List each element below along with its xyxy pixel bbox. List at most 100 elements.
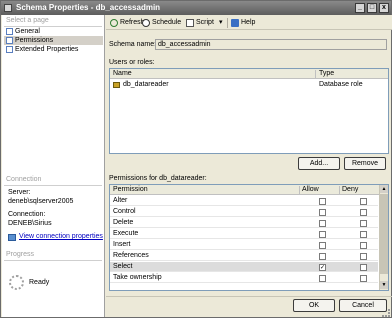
page-icon [6, 37, 13, 44]
allow-checkbox[interactable] [319, 209, 326, 216]
page-item-label: Extended Properties [15, 46, 79, 53]
column-deny[interactable]: Deny [342, 186, 358, 193]
schema-name-label: Schema name: [109, 41, 157, 48]
clock-icon [142, 19, 150, 27]
page-item-extended-properties[interactable]: Extended Properties [4, 45, 103, 54]
script-button[interactable]: Script [186, 18, 214, 28]
role-icon [113, 82, 120, 88]
scroll-down-icon[interactable]: ▼ [380, 281, 388, 289]
allow-checkbox[interactable] [319, 231, 326, 238]
add-button[interactable]: Add... [298, 157, 340, 170]
scroll-thumb[interactable] [380, 194, 388, 274]
script-dropdown[interactable]: ▾ [219, 18, 223, 28]
deny-checkbox[interactable] [360, 242, 367, 249]
cancel-button[interactable]: Cancel [339, 299, 387, 312]
permission-row[interactable]: Select ✓ [110, 262, 378, 272]
allow-checkbox[interactable] [319, 253, 326, 260]
scroll-up-icon[interactable]: ▲ [380, 185, 388, 193]
permission-row[interactable]: Delete [110, 218, 378, 228]
deny-checkbox[interactable] [360, 231, 367, 238]
help-icon [231, 19, 239, 27]
ok-button[interactable]: OK [293, 299, 335, 312]
script-label: Script [196, 19, 214, 26]
schema-name-field[interactable]: db_accessadmin [155, 39, 387, 50]
help-button[interactable]: Help [231, 18, 255, 28]
select-page-title: Select a page [6, 17, 49, 24]
column-type[interactable]: Type [319, 70, 334, 77]
app-icon [4, 4, 12, 12]
connection-title: Connection [6, 176, 42, 183]
page-item-label: General [15, 28, 40, 35]
deny-checkbox[interactable] [360, 253, 367, 260]
column-separator [299, 186, 300, 194]
deny-checkbox[interactable] [360, 209, 367, 216]
permission-row[interactable]: References [110, 251, 378, 261]
toolbar-separator [227, 18, 228, 28]
window-title: Schema Properties - db_accessadmin [16, 3, 161, 12]
divider [106, 296, 392, 297]
column-allow[interactable]: Allow [302, 186, 319, 193]
permission-name: References [113, 252, 149, 259]
permissions-grid: Permission Allow Deny Alter Control Delete… [109, 184, 389, 291]
left-pane: Select a page General Permissions Extend… [2, 15, 105, 317]
column-name[interactable]: Name [113, 70, 132, 77]
minimize-button[interactable]: _ [355, 3, 365, 13]
view-connection-properties-label: View connection properties [19, 233, 103, 240]
permissions-page: Schema name: db_accessadmin Users or rol… [106, 31, 392, 319]
permission-name: Select [113, 263, 133, 270]
deny-checkbox[interactable] [360, 275, 367, 282]
deny-checkbox[interactable] [360, 198, 367, 205]
server-label: Server: [8, 189, 31, 196]
permission-row[interactable]: Take ownership [110, 273, 378, 283]
allow-checkbox[interactable] [319, 242, 326, 249]
title-bar[interactable]: Schema Properties - db_accessadmin _ □ x [1, 1, 391, 15]
maximize-button[interactable]: □ [367, 3, 377, 13]
allow-checkbox[interactable] [319, 275, 326, 282]
allow-checkbox[interactable] [319, 198, 326, 205]
permission-row[interactable]: Execute [110, 229, 378, 239]
remove-button[interactable]: Remove [344, 157, 386, 170]
user-type: Database role [319, 81, 363, 88]
column-permission[interactable]: Permission [113, 186, 148, 193]
progress-title: Progress [6, 251, 35, 258]
refresh-icon [110, 19, 118, 27]
allow-checkbox[interactable] [319, 220, 326, 227]
permissions-grid-header: Permission Allow Deny [110, 185, 380, 195]
deny-checkbox[interactable] [360, 264, 367, 271]
permission-name: Take ownership [113, 274, 162, 281]
permission-name: Insert [113, 241, 131, 248]
users-or-roles-label: Users or roles: [109, 59, 155, 66]
page-item-permissions[interactable]: Permissions [4, 36, 103, 45]
permission-row[interactable]: Insert [110, 240, 378, 250]
help-label: Help [241, 19, 256, 26]
column-separator [339, 186, 340, 194]
toolbar: Refresh Schedule Script ▾ Help [106, 15, 392, 30]
refresh-button[interactable]: Refresh [110, 18, 145, 28]
users-grid: Name Type db_datareader Database role [109, 68, 389, 154]
status-text: Ready [29, 279, 50, 286]
permissions-scrollbar[interactable]: ▲ ▼ [379, 185, 388, 290]
user-name: db_datareader [123, 81, 169, 88]
schedule-button[interactable]: Schedule [142, 18, 181, 28]
table-row[interactable]: db_datareader Database role [110, 80, 388, 90]
resize-grip-icon[interactable] [382, 309, 390, 317]
permission-name: Alter [113, 197, 128, 204]
column-separator [315, 70, 316, 78]
view-connection-properties-link[interactable]: View connection properties [8, 233, 103, 241]
schema-properties-window: Schema Properties - db_accessadmin _ □ x… [0, 0, 392, 318]
permission-row[interactable]: Alter [110, 196, 378, 206]
server-value: deneb\sqlserver2005 [8, 198, 74, 205]
permission-name: Execute [113, 230, 139, 237]
page-item-label: Permissions [15, 37, 54, 44]
connection-label: Connection: [8, 211, 46, 218]
deny-checkbox[interactable] [360, 220, 367, 227]
schedule-label: Schedule [152, 19, 182, 26]
page-item-general[interactable]: General [4, 27, 103, 36]
allow-checkbox[interactable]: ✓ [319, 264, 326, 271]
page-icon [6, 46, 13, 53]
properties-icon [8, 234, 16, 241]
permission-row[interactable]: Control [110, 207, 378, 217]
refresh-label: Refresh [120, 19, 145, 26]
close-button[interactable]: x [379, 3, 389, 13]
script-icon [186, 19, 194, 27]
